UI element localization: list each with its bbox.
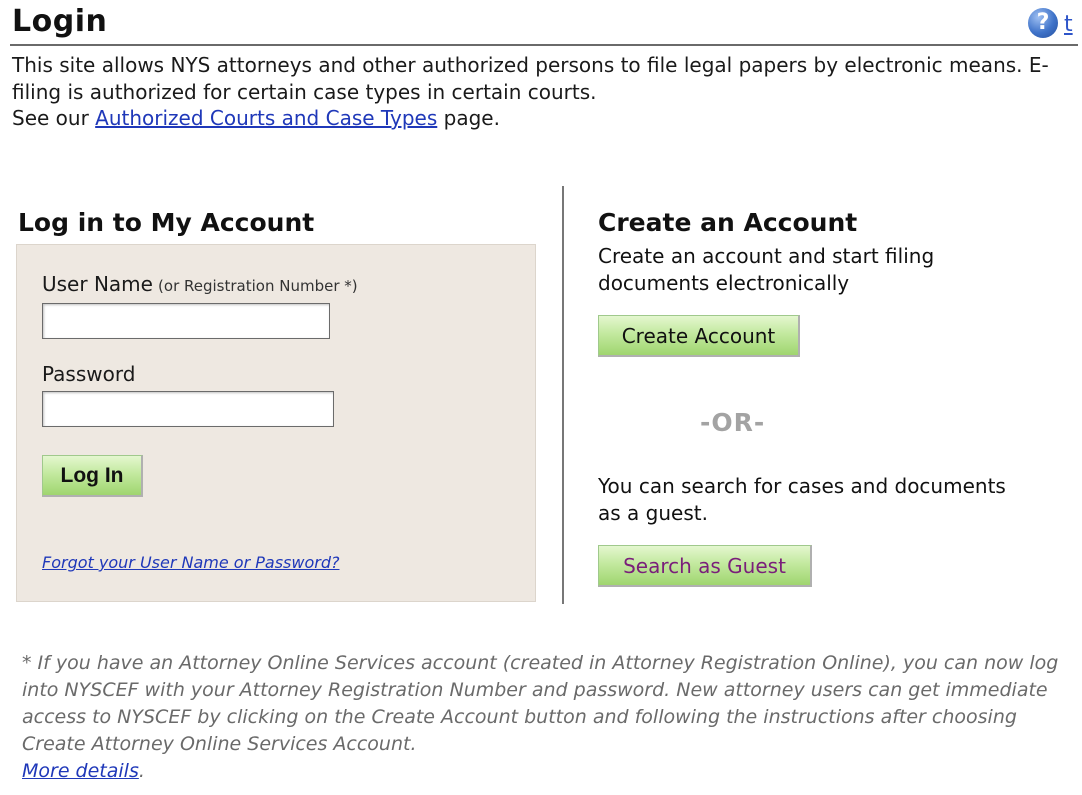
username-label: User Name: [42, 272, 153, 296]
footnote-text: * If you have an Attorney Online Service…: [22, 652, 1059, 755]
guest-description: You can search for cases and documents a…: [598, 474, 1006, 525]
search-as-guest-button[interactable]: Search as Guest: [598, 545, 812, 587]
page-title: Login: [12, 4, 108, 39]
footnote-link-suffix: .: [138, 760, 145, 782]
create-account-description: Create an account and start filing docum…: [598, 244, 935, 295]
username-input[interactable]: [42, 303, 330, 339]
help-link[interactable]: t: [1064, 12, 1073, 37]
password-input[interactable]: [42, 391, 334, 427]
question-icon[interactable]: ?: [1028, 8, 1058, 38]
or-separator: -OR-: [700, 408, 766, 437]
footnote-link-line: More details.: [22, 758, 1074, 785]
more-details-link[interactable]: More details: [22, 760, 139, 782]
create-account-heading: Create an Account: [598, 208, 858, 237]
section-divider: [562, 186, 564, 604]
username-sublabel: (or Registration Number *): [158, 277, 358, 295]
see-prefix: See our: [12, 106, 96, 130]
login-button[interactable]: Log In: [42, 455, 143, 497]
create-account-button[interactable]: Create Account: [598, 315, 800, 357]
title-divider: [10, 44, 1078, 46]
authorized-courts-link[interactable]: Authorized Courts and Case Types: [95, 106, 437, 130]
login-heading: Log in to My Account: [18, 208, 315, 237]
password-label: Password: [42, 362, 136, 386]
username-label-group: User Name (or Registration Number *): [42, 272, 358, 296]
see-suffix: page.: [437, 106, 500, 130]
intro-paragraph: This site allows NYS attorneys and other…: [12, 53, 1049, 104]
forgot-credentials-link[interactable]: Forgot your User Name or Password?: [42, 553, 339, 572]
intro-text: This site allows NYS attorneys and other…: [12, 52, 1052, 132]
footnote: * If you have an Attorney Online Service…: [22, 650, 1074, 785]
intro-see-line: See our Authorized Courts and Case Types…: [12, 105, 1052, 132]
